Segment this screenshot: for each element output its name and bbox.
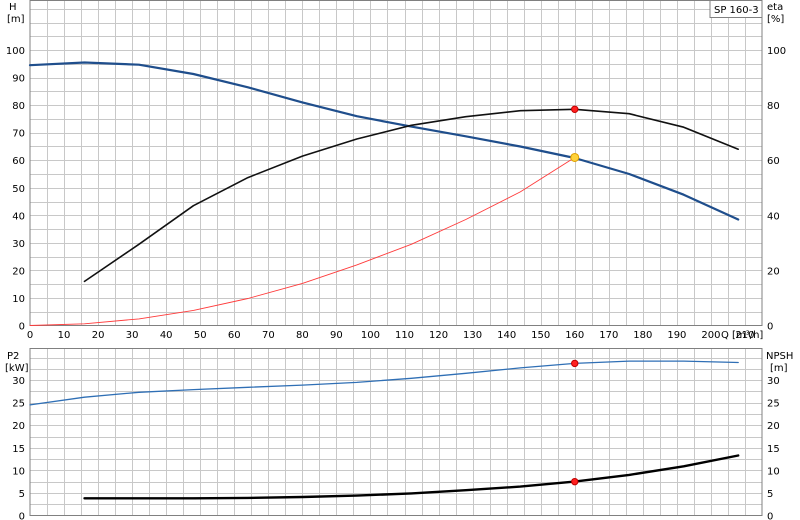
x-tick-label: 30 <box>126 330 139 341</box>
p2-curve <box>29 360 739 406</box>
x-tick-label: 110 <box>395 330 414 341</box>
x-tick-label: 20 <box>92 330 105 341</box>
x-tick-label: 150 <box>531 330 550 341</box>
eta-axis-unit: [%] <box>767 14 784 25</box>
y-tick-label-right: 60 <box>767 156 780 167</box>
x-tick-label: 190 <box>667 330 686 341</box>
head-plot-ticks: 0 10 20 30 40 50 60 70 80 90 100 0 20 40 60 80 100 0 10 20 3… <box>6 46 786 341</box>
y-tick-label-right: 0 <box>767 322 773 333</box>
y-tick-label-left: 50 <box>12 184 25 195</box>
x-tick-label: 100 <box>361 330 380 341</box>
y-tick-label-right: 25 <box>767 399 780 410</box>
x-tick-label: 170 <box>599 330 618 341</box>
y-tick-label-left: 60 <box>12 156 25 167</box>
x-tick-label: 140 <box>497 330 516 341</box>
legend-label: SP 160-3 <box>714 5 759 16</box>
npsh-axis-label: NPSH <box>766 351 793 362</box>
x-tick-label: 10 <box>58 330 71 341</box>
x-tick-label: 200 <box>701 330 720 341</box>
power-axis-unit: [kW] <box>5 363 29 374</box>
y-tick-label-left: 40 <box>12 211 25 222</box>
x-tick-label: 40 <box>160 330 173 341</box>
head-curve <box>28 61 740 221</box>
x-tick-label: 120 <box>429 330 448 341</box>
y-tick-label-right: 15 <box>767 444 780 455</box>
x-tick-label: 0 <box>27 330 33 341</box>
x-tick-label: 70 <box>262 330 275 341</box>
head-plot-grid <box>30 0 762 326</box>
y-tick-label-left: 5 <box>19 489 25 500</box>
x-tick-label: 130 <box>463 330 482 341</box>
y-tick-label-right: 100 <box>767 46 786 57</box>
y-tick-label-right: 10 <box>767 466 780 477</box>
eta-curve <box>83 108 740 283</box>
y-tick-label-left: 0 <box>19 322 25 333</box>
y-tick-label-left: 90 <box>12 74 25 85</box>
series-layer <box>28 61 740 500</box>
power-plot-frame <box>29 348 763 516</box>
power-plot-grid <box>30 348 762 516</box>
npsh-curve <box>83 454 740 500</box>
y-tick-label-right: 30 <box>767 376 780 387</box>
y-tick-label-left: 70 <box>12 129 25 140</box>
y-tick-label-left: 100 <box>6 46 25 57</box>
npsh-axis-unit: [m] <box>770 363 788 374</box>
y-tick-label-right: 20 <box>767 421 780 432</box>
x-tick-label: 60 <box>228 330 241 341</box>
y-tick-label-right: 0 <box>767 512 773 520</box>
y-tick-label-left: 30 <box>12 239 25 250</box>
x-tick-label: 160 <box>565 330 584 341</box>
y-tick-label-left: 20 <box>12 421 25 432</box>
power-axis-label: P2 <box>7 351 19 362</box>
y-tick-label-left: 0 <box>19 512 25 520</box>
duty-point-marker <box>570 152 580 162</box>
pump-curve-chart: 01020304050607080901000204060801000 10 20 3… <box>5 0 793 520</box>
x-tick-label: 50 <box>194 330 207 341</box>
head-plot-frame <box>29 0 763 326</box>
y-tick-label-left: 25 <box>12 399 25 410</box>
duty-point-marker <box>571 105 579 113</box>
head-axis-label: H <box>9 2 17 13</box>
y-tick-label-left: 30 <box>12 376 25 387</box>
duty-point-marker <box>571 477 579 486</box>
x-tick-label: 80 <box>296 330 309 341</box>
y-tick-label-left: 80 <box>12 101 25 112</box>
y-tick-label-left: 10 <box>12 294 25 305</box>
y-tick-label-right: 40 <box>767 211 780 222</box>
head-axis-unit: [m] <box>7 14 25 25</box>
y-tick-label-left: 15 <box>12 444 25 455</box>
y-tick-label-right: 5 <box>767 489 773 500</box>
x-tick-label: 90 <box>330 330 343 341</box>
y-tick-label-right: 20 <box>767 266 780 277</box>
y-tick-label-left: 10 <box>12 466 25 477</box>
flow-axis-label: Q [m³/h] <box>721 330 763 341</box>
y-tick-label-left: 20 <box>12 266 25 277</box>
duty-point-marker <box>571 359 579 368</box>
y-tick-label-right: 80 <box>767 101 780 112</box>
eta-axis-label: eta <box>767 2 783 13</box>
x-tick-label: 180 <box>633 330 652 341</box>
